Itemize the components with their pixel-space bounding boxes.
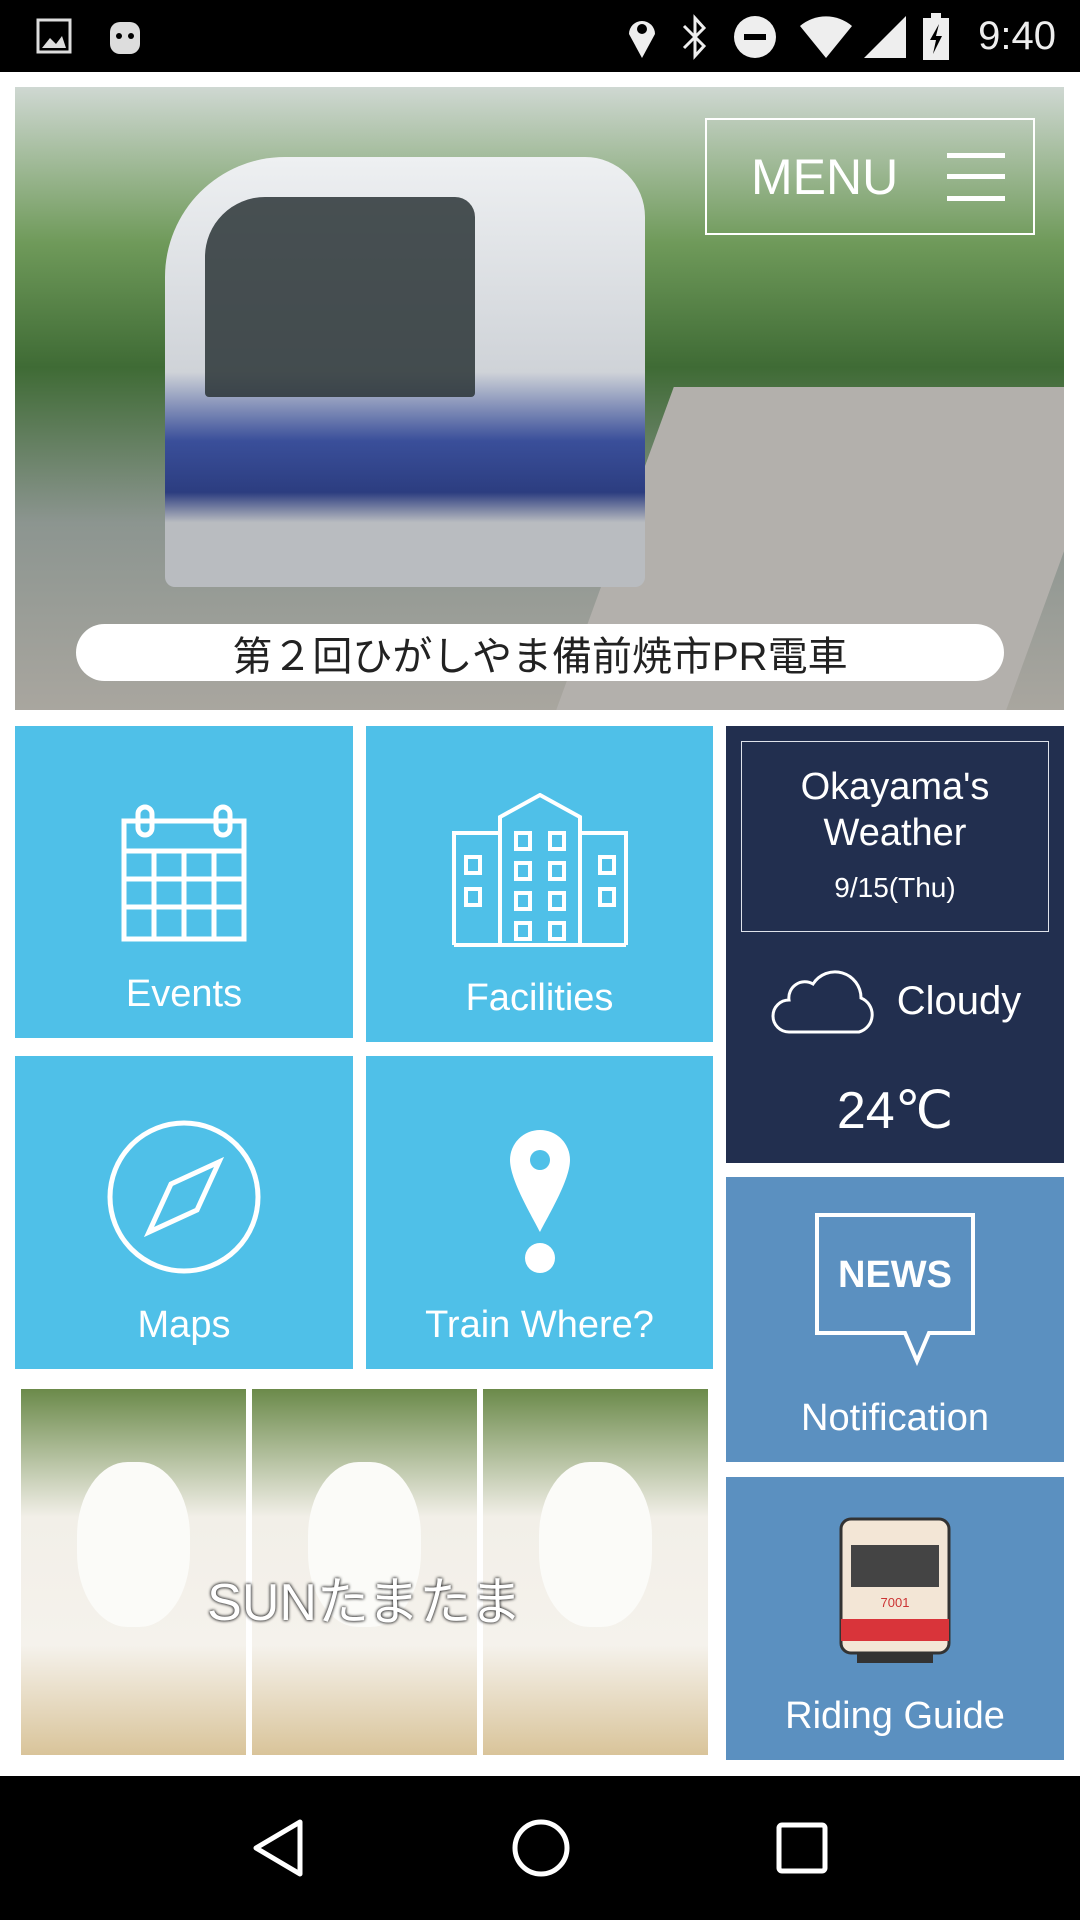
menu-button[interactable]: MENU xyxy=(705,118,1035,235)
riding-guide-label: Riding Guide xyxy=(785,1695,1005,1737)
news-bubble-icon: NEWS xyxy=(815,1213,975,1367)
cloud-icon xyxy=(771,970,874,1034)
maps-label: Maps xyxy=(137,1304,231,1346)
location-icon xyxy=(629,21,655,58)
compass-icon xyxy=(107,1120,261,1274)
train-where-tile[interactable]: Train Where? xyxy=(366,1056,713,1369)
home-icon[interactable] xyxy=(511,1818,571,1878)
status-bar: 9:40 xyxy=(0,0,1080,72)
hero-caption: 第２回ひがしやま備前焼市PR電車 xyxy=(76,624,1004,681)
calendar-icon xyxy=(121,804,247,942)
weather-panel[interactable]: Okayama's Weather 9/15(Thu) Cloudy 24℃ xyxy=(726,726,1064,1163)
events-tile[interactable]: Events xyxy=(15,726,353,1038)
location-pin-icon xyxy=(509,1130,570,1273)
clock: 9:40 xyxy=(978,14,1056,58)
train-where-label: Train Where? xyxy=(425,1304,654,1346)
riding-guide-tile[interactable]: 7001 Riding Guide xyxy=(726,1477,1064,1760)
weather-temperature: 24℃ xyxy=(836,1082,954,1140)
menu-label: MENU xyxy=(751,148,899,205)
tram-window xyxy=(205,197,475,397)
weather-header: Okayama's Weather 9/15(Thu) xyxy=(741,741,1049,932)
building-icon xyxy=(451,793,628,947)
maps-tile[interactable]: Maps xyxy=(15,1056,353,1369)
weather-title-line2: Weather xyxy=(823,812,967,854)
back-icon[interactable] xyxy=(252,1818,306,1878)
recents-icon[interactable] xyxy=(776,1822,828,1874)
image-icon xyxy=(36,18,72,54)
notification-tile[interactable]: NEWS Notification xyxy=(726,1177,1064,1462)
events-label: Events xyxy=(125,973,243,1015)
news-icon-text: NEWS xyxy=(838,1254,952,1296)
weather-title-line1: Okayama's xyxy=(800,766,990,808)
cat-banner-label: SUNたまたま xyxy=(207,1574,522,1632)
do-not-disturb-icon xyxy=(734,16,776,58)
navigation-bar xyxy=(0,1776,1080,1920)
android-icon xyxy=(110,22,140,54)
tram-number: 7001 xyxy=(881,1595,910,1610)
notification-label: Notification xyxy=(801,1397,989,1439)
signal-icon xyxy=(864,16,906,58)
facilities-label: Facilities xyxy=(465,977,614,1019)
weather-condition-label: Cloudy xyxy=(896,978,1022,1023)
facilities-tile[interactable]: Facilities xyxy=(366,726,713,1042)
bluetooth-icon xyxy=(682,14,707,60)
tram-icon: 7001 xyxy=(839,1517,951,1663)
battery-charging-icon xyxy=(923,13,949,60)
weather-date: 9/15(Thu) xyxy=(834,872,956,903)
wifi-icon xyxy=(800,16,852,58)
hamburger-icon xyxy=(947,152,1005,201)
weather-condition: Cloudy xyxy=(726,966,1064,1036)
